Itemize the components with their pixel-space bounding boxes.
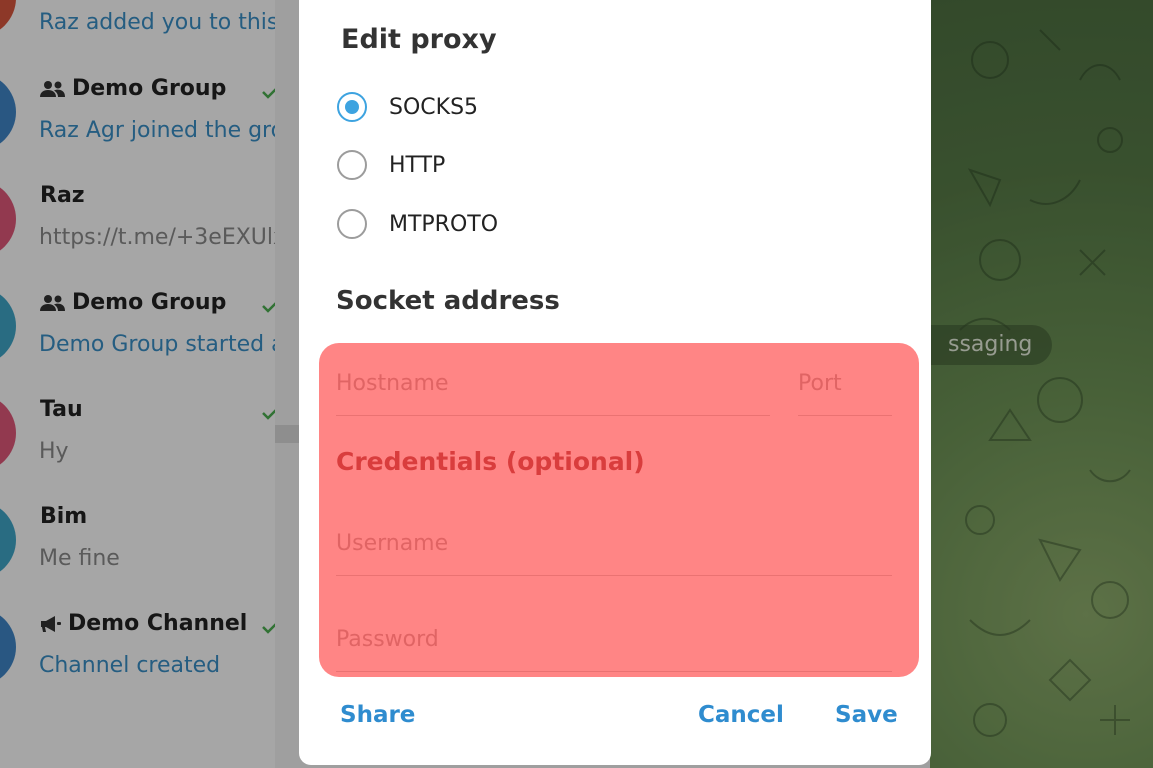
highlighted-region: Credentials (optional) xyxy=(319,343,919,677)
password-field[interactable] xyxy=(336,627,892,672)
proxy-type-socks5[interactable]: SOCKS5 xyxy=(337,87,478,127)
socket-address-title: Socket address xyxy=(336,286,560,316)
port-input[interactable] xyxy=(798,371,892,396)
hostname-field[interactable] xyxy=(336,371,770,416)
radio-label: MTPROTO xyxy=(389,211,499,237)
password-input[interactable] xyxy=(336,627,892,652)
port-field[interactable] xyxy=(798,371,892,416)
share-button[interactable]: Share xyxy=(340,702,415,728)
proxy-type-mtproto[interactable]: MTPROTO xyxy=(337,204,498,244)
credentials-title: Credentials (optional) xyxy=(336,447,645,476)
edit-proxy-dialog: Edit proxy SOCKS5 HTTP MTPROTO Socket ad… xyxy=(299,0,931,765)
dialog-title: Edit proxy xyxy=(341,24,497,55)
hostname-input[interactable] xyxy=(336,371,770,396)
radio-label: HTTP xyxy=(389,152,446,178)
cancel-button[interactable]: Cancel xyxy=(698,702,784,728)
radio-button[interactable] xyxy=(337,150,367,180)
username-field[interactable] xyxy=(336,531,892,576)
proxy-type-http[interactable]: HTTP xyxy=(337,145,445,185)
save-button[interactable]: Save xyxy=(835,702,898,728)
radio-button[interactable] xyxy=(337,209,367,239)
radio-label: SOCKS5 xyxy=(389,94,479,120)
username-input[interactable] xyxy=(336,531,892,556)
radio-button[interactable] xyxy=(337,92,367,122)
